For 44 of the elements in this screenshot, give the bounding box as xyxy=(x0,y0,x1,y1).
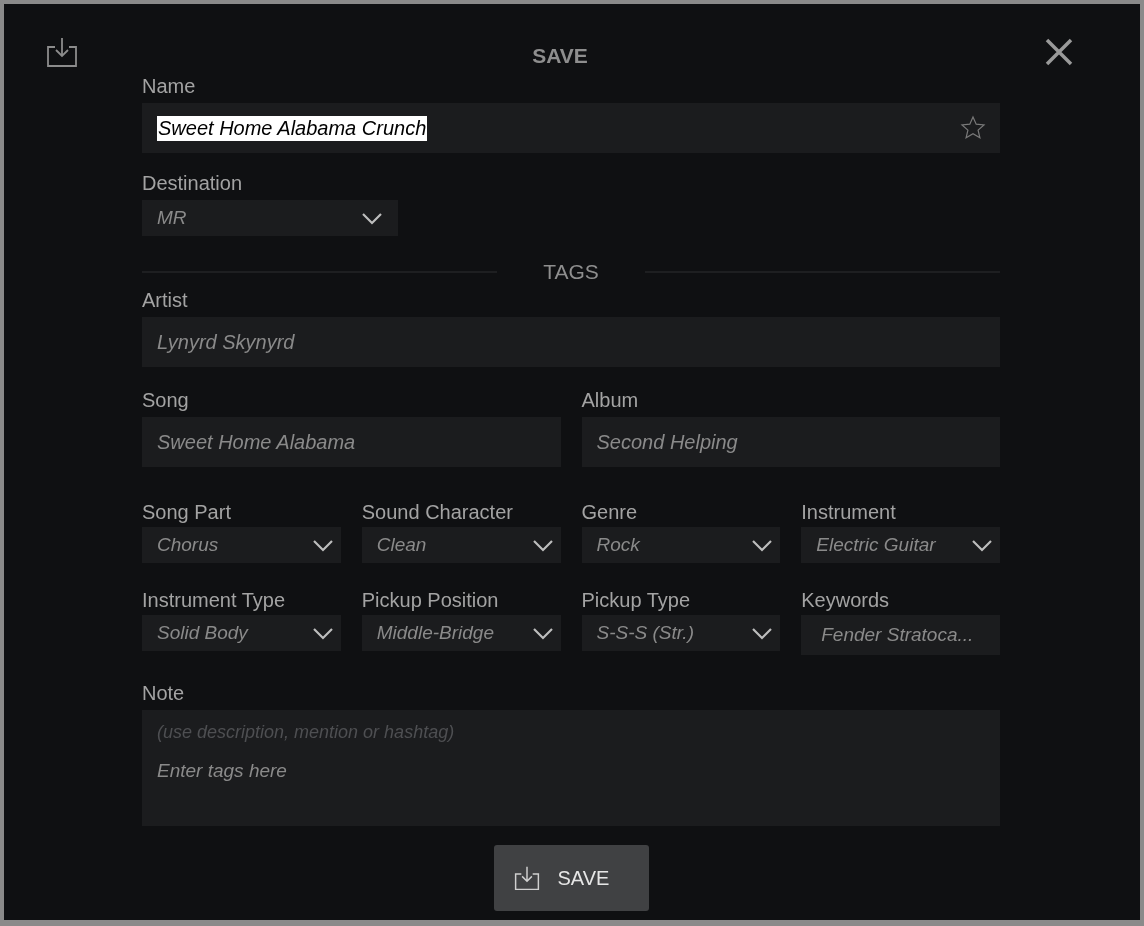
artist-field[interactable]: Lynyrd Skynyrd xyxy=(142,317,1000,367)
chevron-down-icon xyxy=(311,538,334,552)
chevron-down-icon xyxy=(531,626,554,640)
dropdown[interactable]: Chorus xyxy=(142,527,341,563)
field-label: Pickup Position xyxy=(361,588,500,612)
dropdown[interactable]: Electric Guitar xyxy=(801,527,1000,563)
dropdown[interactable]: Solid Body xyxy=(142,615,341,651)
chevron-down-icon xyxy=(361,211,383,225)
chevron-down-icon xyxy=(971,538,993,552)
field-label: Instrument xyxy=(801,500,897,524)
save-button[interactable]: SAVE xyxy=(493,845,649,911)
name-value: Sweet Home Alabama Crunch xyxy=(157,115,428,141)
download-icon[interactable] xyxy=(46,36,78,68)
keywords-field[interactable]: Fender Stratoca... xyxy=(801,615,1000,655)
field-label: Album xyxy=(581,388,640,412)
dropdown[interactable]: Middle-Bridge xyxy=(361,615,561,651)
field-label: Keywords xyxy=(801,588,891,612)
dropdown[interactable]: Rock xyxy=(581,527,781,563)
field-label: Artist xyxy=(142,288,189,312)
field-label: Name xyxy=(142,74,197,98)
note-placeholder: Enter tags here xyxy=(157,760,288,783)
field-label: Sound Character xyxy=(361,500,514,524)
text-field[interactable]: Second Helping xyxy=(581,417,1000,467)
star-icon[interactable] xyxy=(960,115,986,141)
field-label: Destination xyxy=(142,171,244,195)
field-label: Song xyxy=(142,388,190,412)
field-label: Pickup Type xyxy=(581,588,692,612)
section-heading: TAGS xyxy=(542,260,600,284)
chevron-down-icon xyxy=(751,538,774,552)
field-label: Note xyxy=(142,681,186,705)
dialog-title: SAVE xyxy=(532,43,588,68)
chevron-down-icon xyxy=(751,626,774,640)
field-label: Song Part xyxy=(142,500,232,524)
field-label: Instrument Type xyxy=(142,588,287,612)
text-field[interactable]: Sweet Home Alabama xyxy=(142,417,561,467)
close-icon[interactable] xyxy=(1044,37,1074,67)
dropdown[interactable]: S-S-S (Str.) xyxy=(581,615,781,651)
download-icon xyxy=(513,865,540,891)
chevron-down-icon xyxy=(311,626,334,640)
dropdown[interactable]: Clean xyxy=(361,527,561,563)
field-label: Genre xyxy=(581,500,639,524)
destination-dropdown[interactable]: MR xyxy=(142,200,398,236)
chevron-down-icon xyxy=(531,538,554,552)
name-field[interactable]: Sweet Home Alabama Crunch xyxy=(142,103,1000,153)
